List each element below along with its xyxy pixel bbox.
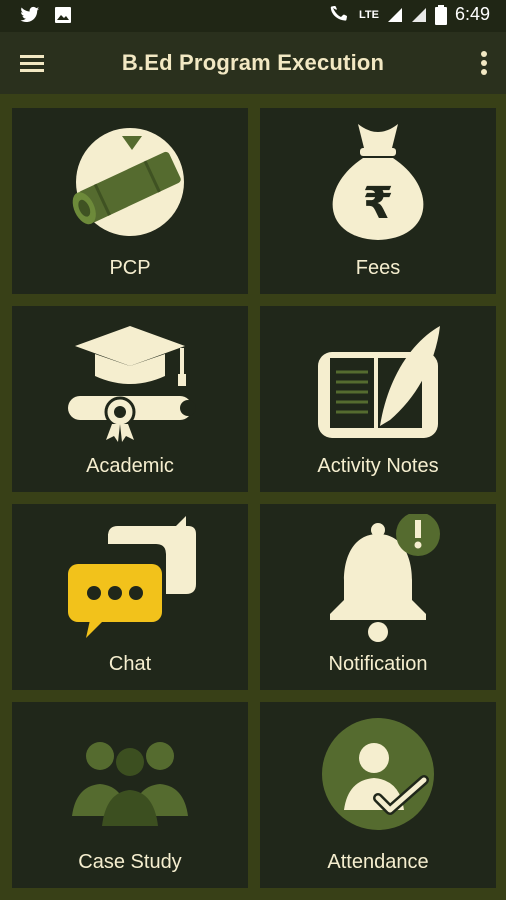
chat-bubbles-icon [60,514,200,644]
money-bag-rupee-icon: ₹ [308,118,448,248]
book-feather-icon [308,316,448,446]
signal-icon-2 [411,7,427,23]
tile-attendance[interactable]: Attendance [260,702,496,888]
tile-activity-notes[interactable]: Activity Notes [260,306,496,492]
app-toolbar: B.Ed Program Execution [0,32,506,94]
image-icon [54,6,72,24]
status-bar: LTE 6:49 [0,0,506,32]
group-people-icon [60,712,200,842]
tile-notification[interactable]: Notification [260,504,496,690]
graduation-cap-icon [60,316,200,446]
tile-label: Attendance [327,851,429,873]
tile-case-study[interactable]: Case Study [12,702,248,888]
wifi-calling-icon [329,5,351,24]
tile-label: Academic [86,455,174,477]
tile-label: Fees [355,257,401,279]
tile-label: PCP [109,257,151,279]
dashboard-grid: PCP ₹ Fees Academic Activity Notes Chat … [12,108,496,892]
lte-label: LTE [358,8,379,21]
signal-icon [387,7,403,23]
tile-label: Case Study [78,851,182,873]
diploma-scroll-icon [60,118,200,248]
tile-label: Activity Notes [317,455,439,477]
tile-label: Chat [108,653,152,675]
bell-alert-icon [308,514,448,644]
overflow-menu-icon[interactable] [480,50,488,76]
tile-fees[interactable]: ₹ Fees [260,108,496,294]
twitter-icon [20,6,40,24]
tile-academic[interactable]: Academic [12,306,248,492]
tile-label: Notification [328,653,428,675]
tile-pcp[interactable]: PCP [12,108,248,294]
battery-icon [434,4,447,25]
clock: 6:49 [454,4,490,24]
page-title: B.Ed Program Execution [121,50,385,75]
tile-chat[interactable]: Chat [12,504,248,690]
attendance-check-icon [308,712,448,842]
svg-text:₹: ₹ [363,178,394,229]
